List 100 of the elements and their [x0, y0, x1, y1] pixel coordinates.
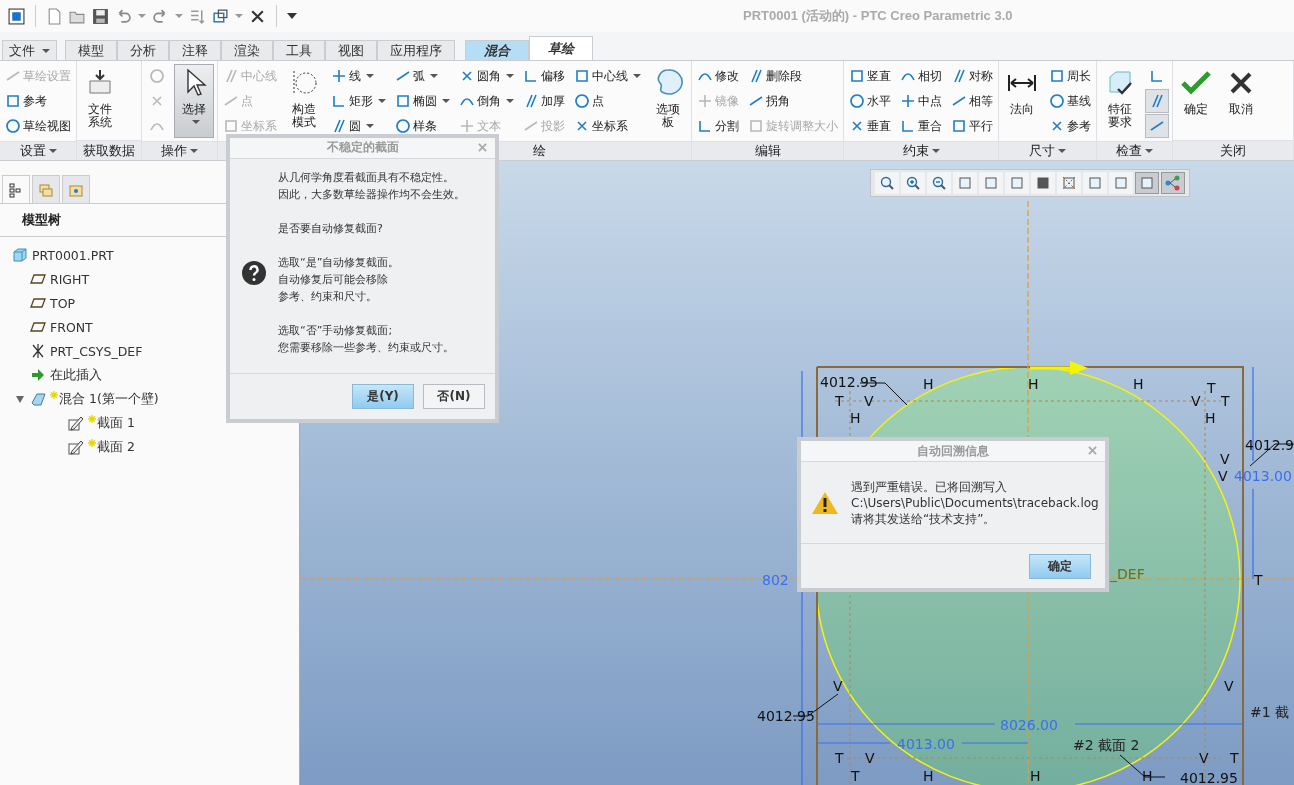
window-title: PRT0001 (活动的) - PTC Creo Parametric 3.0 — [743, 7, 1013, 25]
dialog-message-line: 从几何学角度看截面具有不稳定性。 — [278, 169, 455, 186]
constraint-symbol: V — [1199, 750, 1209, 766]
constraint-symbol: H — [850, 410, 861, 426]
constraint-symbol: H — [923, 376, 934, 392]
group-label: 获取数据 — [83, 141, 135, 160]
dimension-label[interactable]: 4012.9 — [1245, 437, 1294, 453]
constraint-symbol: V — [833, 678, 843, 694]
ribbon-button[interactable]: 矩形 — [329, 89, 388, 113]
tree-item[interactable]: 在此插入 — [50, 366, 102, 384]
dialog-message-line: 自动修复后可能会移除 — [278, 271, 389, 288]
ribbon-large-button[interactable]: 构造模式 — [284, 64, 324, 138]
tree-item[interactable]: RIGHT — [50, 271, 90, 287]
sketch-label: _DEF — [1110, 566, 1145, 582]
constraint-symbol: V — [864, 393, 874, 409]
ribbon-large-button[interactable]: 选择 — [174, 64, 214, 138]
ribbon-button[interactable]: 弧 — [393, 64, 452, 88]
ribbon-button[interactable]: 水平 — [847, 89, 893, 113]
ribbon-button[interactable]: 倒角 — [457, 89, 516, 113]
ribbon-button[interactable]: 参考 — [1047, 114, 1093, 138]
ribbon-button[interactable]: 中心线 — [572, 64, 643, 88]
ribbon-button[interactable]: 对称 — [949, 64, 995, 88]
constraint-symbol: H — [1142, 768, 1153, 784]
ribbon-button[interactable]: 平行 — [949, 114, 995, 138]
ribbon-button[interactable]: 中点 — [898, 89, 944, 113]
ribbon-button[interactable]: 修改 — [695, 64, 741, 88]
ribbon-button[interactable]: 删除段 — [746, 64, 840, 88]
ribbon-tab[interactable]: 渲染 — [221, 40, 273, 60]
tree-item[interactable]: PRT_CSYS_DEF — [50, 343, 143, 359]
dialog-message-line: 参考、约束和尺寸。 — [278, 288, 378, 305]
ribbon-button[interactable]: 圆角 — [457, 64, 516, 88]
constraint-symbol: T — [835, 393, 844, 409]
ribbon-tab[interactable]: 草绘 — [529, 36, 593, 60]
ribbon-button[interactable]: 加厚 — [521, 89, 567, 113]
ribbon-button[interactable]: 点 — [572, 89, 643, 113]
ribbon-large-button[interactable]: 特征要求 — [1100, 64, 1140, 138]
sketch-label: #1 截 — [1250, 704, 1290, 720]
constraint-symbol: H — [1028, 376, 1039, 392]
constraint-symbol: V — [1224, 678, 1234, 694]
file-menu-button[interactable]: 文件 — [2, 40, 57, 60]
ribbon-button[interactable]: 线 — [329, 64, 388, 88]
tree-item[interactable]: 截面 1 — [97, 414, 135, 432]
dialog-message: 遇到严重错误。已将回溯写入 C:\Users\Public\Documents\traceback.log 请将其发送给“技术支持”。 — [851, 478, 1099, 527]
dialog-message-line: 选取“否”手动修复截面; — [278, 322, 394, 339]
ribbon-tab[interactable]: 应用程序 — [377, 40, 455, 60]
ribbon-button[interactable]: 相切 — [898, 64, 944, 88]
dialog-button[interactable]: 否(N) — [423, 383, 485, 409]
ribbon-button[interactable]: 椭圆 — [393, 89, 452, 113]
dialog-button[interactable]: 确定 — [1029, 553, 1091, 579]
ribbon-tab[interactable]: 视图 — [325, 40, 377, 60]
constraint-symbol: T — [835, 750, 844, 766]
tree-item[interactable]: 混合 1(第一个壁) — [59, 390, 159, 408]
ribbon-button[interactable]: 拐角 — [746, 89, 840, 113]
constraint-symbol: T — [1254, 572, 1263, 588]
dialog-button[interactable]: 是(Y) — [352, 383, 414, 409]
ribbon-button[interactable]: 重合 — [898, 114, 944, 138]
tree-item[interactable]: TOP — [50, 295, 75, 311]
ribbon-button[interactable]: 竖直 — [847, 64, 893, 88]
tree-item[interactable]: FRONT — [50, 319, 93, 335]
group-label: 绘 — [533, 142, 546, 160]
ribbon-tab[interactable]: 注释 — [169, 40, 221, 60]
dialog-message-line: 因此，大多数草绘器操作均不会生效。 — [278, 186, 465, 203]
ribbon-button[interactable]: 相等 — [949, 89, 995, 113]
ribbon-tab[interactable]: 分析 — [117, 40, 169, 60]
ribbon-button[interactable]: 分割 — [695, 114, 741, 138]
constraint-symbol: T — [1221, 393, 1230, 409]
ribbon-button[interactable]: 草绘视图 — [3, 114, 73, 138]
tree-item[interactable]: 截面 2 — [97, 438, 135, 456]
dialog-message-line: 您需要移除一些参考、约束或尺寸。 — [278, 339, 455, 356]
ribbon-large-button[interactable]: 文件系统 — [80, 64, 120, 137]
dimension-label[interactable]: 4012.95 — [820, 374, 878, 390]
group-label: 编辑 — [754, 142, 781, 160]
ribbon-tab[interactable]: 混合 — [465, 40, 529, 60]
ribbon-large-button[interactable]: 选项板 — [648, 64, 688, 138]
constraint-symbol: T — [1230, 750, 1239, 766]
ribbon-button[interactable]: 基线 — [1047, 89, 1093, 113]
tree-item[interactable]: PRT0001.PRT — [32, 247, 114, 263]
constraint-symbol: H — [923, 768, 934, 784]
ribbon-tab[interactable]: 工具 — [273, 40, 325, 60]
constraint-symbol: V — [865, 750, 875, 766]
ribbon-large-button[interactable]: 确定 — [1176, 64, 1216, 137]
dialog-message-line: 是否要自动修复截面? — [278, 220, 384, 237]
panel-title: 模型树 — [22, 211, 62, 229]
sketch-label: #2 截面 2 — [1073, 737, 1140, 753]
ribbon-button[interactable]: 周长 — [1047, 64, 1093, 88]
constraint-symbol: T — [1207, 380, 1216, 396]
ribbon-button[interactable]: 参考 — [3, 89, 73, 113]
ribbon-large-button[interactable]: 取消 — [1221, 64, 1261, 137]
group-label: 关闭 — [1220, 141, 1246, 160]
ribbon-button[interactable]: 垂直 — [847, 114, 893, 138]
dimension-label[interactable]: 4012.95 — [757, 708, 815, 724]
ribbon-button[interactable]: 坐标系 — [572, 114, 643, 138]
ribbon-large-button[interactable]: 法向 — [1002, 64, 1042, 138]
ribbon-button[interactable]: 偏移 — [521, 64, 567, 88]
dimension-label[interactable]: 4012.95 — [1180, 770, 1238, 785]
constraint-symbol: H — [1205, 410, 1216, 426]
ribbon-tab[interactable]: 模型 — [65, 40, 117, 60]
dialog-title: 不稳定的截面 — [326, 139, 399, 157]
ribbon-button[interactable]: 样条 — [393, 114, 452, 138]
constraint-symbol: T — [851, 768, 860, 784]
